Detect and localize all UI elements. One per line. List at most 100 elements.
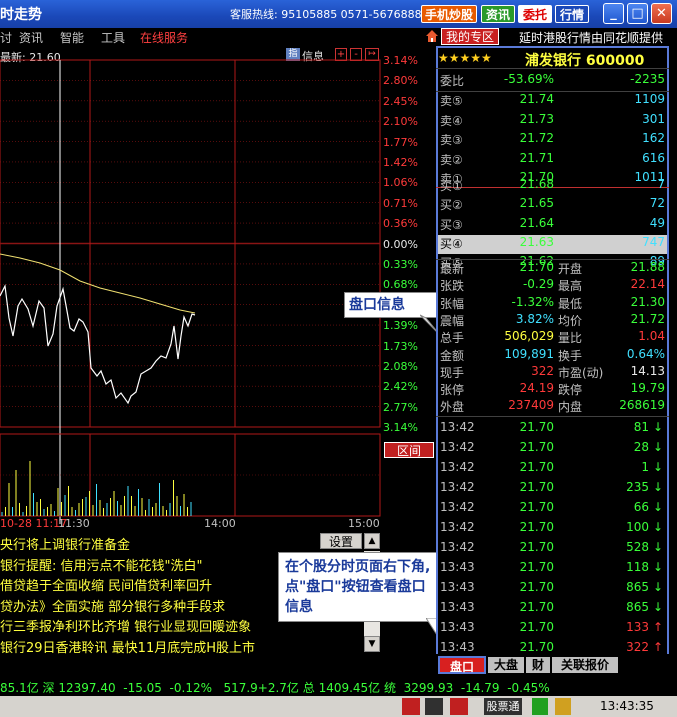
sell-orders: 卖⑤ 21.74 1109 卖④ 21.73 301 卖③ 21.72 162 卖② 21.71 61… <box>436 92 669 187</box>
menu-item-smart[interactable]: 智能 <box>60 29 84 46</box>
tick-row[interactable]: 13:42 21.70 235 ↓ <box>438 480 667 499</box>
buy-order-row[interactable]: 买① 21.68 7 <box>438 177 667 196</box>
arrow-down-icon: ↓ <box>652 480 663 494</box>
menu-bar: 讨 资讯 智能 工具 在线服务 我的专区 延时港股行情由同花顺提供 <box>0 28 677 46</box>
news-item[interactable]: 借贷趋于全面收缩 民间借贷利率回升 <box>0 575 212 594</box>
percent-tick-label: 2.08% <box>383 360 418 373</box>
intraday-chart-panel[interactable]: 最新: 21.60 指 信息 + - ↦ 10-28 11:17 11:30 14:… <box>0 46 436 532</box>
stat-row: 金额 109,891 换手 0.64% <box>440 346 665 363</box>
tick-row[interactable]: 13:42 21.70 66 ↓ <box>438 500 667 519</box>
title-bar: 时走势 客服热线: 95105885 0571-56768888 手机炒股 资讯… <box>0 0 677 28</box>
tick-row[interactable]: 13:42 21.70 81 ↓ <box>438 420 667 439</box>
news-item[interactable]: 央行将上调银行准备金 <box>0 534 130 553</box>
quotes-button[interactable]: 行情 <box>555 5 589 23</box>
market-status-bar: 85.1亿 深 12397.40 -15.05 -0.12% 517.9+2.7… <box>0 676 677 696</box>
percent-tick-label: 0.36% <box>383 217 418 231</box>
average-line <box>0 253 196 314</box>
buy-orders: 买① 21.68 7 买② 21.65 72 买③ 21.64 49 买④ 21.63 747 买⑤ 21… <box>436 177 669 272</box>
sell-order-row[interactable]: 卖② 21.71 616 <box>438 151 667 170</box>
mobile-trading-button[interactable]: 手机炒股 <box>421 5 477 23</box>
tick-row[interactable]: 13:43 21.70 118 ↓ <box>438 560 667 579</box>
tick-row[interactable]: 13:42 21.70 528 ↓ <box>438 540 667 559</box>
window-title: 时走势 <box>0 7 42 23</box>
percent-tick-label: 0.68% <box>383 278 418 292</box>
app-window: 时走势 客服热线: 95105885 0571-56768888 手机炒股 资讯… <box>0 0 677 717</box>
tick-row[interactable]: 13:43 21.70 322 ↑ <box>438 640 667 654</box>
arrow-down-icon: ↓ <box>652 540 663 554</box>
buy-order-row[interactable]: 买④ 21.63 747 <box>438 234 667 254</box>
close-icon[interactable]: ✕ <box>651 3 672 24</box>
percent-tick-label: 2.45% <box>383 94 418 108</box>
service-hotline: 客服热线: 95105885 0571-56768888 <box>230 8 429 21</box>
arrow-down-icon: ↓ <box>652 440 663 454</box>
percent-tick-label: 1.73% <box>383 339 418 353</box>
tab-finance[interactable]: 财 <box>526 657 550 673</box>
tick-row[interactable]: 13:43 21.70 133 ↑ <box>438 620 667 639</box>
menu-item-online-service[interactable]: 在线服务 <box>140 29 188 46</box>
percent-tick-label: 1.39% <box>383 319 418 333</box>
percent-tick-label: 1.06% <box>383 176 418 190</box>
arrow-down-icon: ↓ <box>652 520 663 534</box>
tab-dapan[interactable]: 大盘 <box>488 657 524 673</box>
percent-tick-label: 0.71% <box>383 196 418 210</box>
bottom-toolbar: 股票通 13:43:35 <box>0 696 677 717</box>
my-zone-button[interactable]: 我的专区 <box>441 28 499 45</box>
percent-axis: 3.14% 2.80% 2.45% 2.10% 1.77% 1.42% 1.06% 0.71%… <box>383 46 436 434</box>
menu-item-news[interactable]: 资讯 <box>19 29 43 46</box>
arrow-up-icon: ↑ <box>652 640 663 654</box>
home-icon[interactable] <box>424 28 440 44</box>
percent-tick-label: 3.14% <box>383 421 418 435</box>
news-button[interactable]: 资讯 <box>481 5 515 23</box>
tick-row[interactable]: 13:43 21.70 865 ↓ <box>438 580 667 599</box>
scroll-up-icon[interactable]: ▲ <box>364 533 380 549</box>
time-label: 15:00 <box>348 517 380 530</box>
arrow-up-icon: ↑ <box>652 620 663 634</box>
stat-row: 现手 322 市盈(动) 14.13 <box>440 363 665 380</box>
tick-row[interactable]: 13:43 21.70 865 ↓ <box>438 600 667 619</box>
stock-icon[interactable] <box>402 698 420 715</box>
range-button[interactable]: 区间 <box>384 442 434 458</box>
tab-related-quotes[interactable]: 关联报价 <box>552 657 618 673</box>
tick-row[interactable]: 13:42 21.70 100 ↓ <box>438 520 667 539</box>
arrow-down-icon: ↓ <box>652 600 663 614</box>
stock-link-button[interactable]: 股票通 <box>484 698 522 715</box>
quote-panel: ★★★★★ 浦发银行 600000 委比 -53.69% -2235 卖⑤ 21.… <box>436 46 669 666</box>
maximize-icon[interactable]: □ <box>627 3 648 24</box>
stock-name: 浦发银行 600000 <box>525 53 645 69</box>
percent-tick-label: 0.33% <box>383 258 418 271</box>
signal-icon[interactable] <box>532 698 548 715</box>
menu-item-tools[interactable]: 工具 <box>101 29 125 46</box>
monitor-icon[interactable] <box>425 698 443 715</box>
order-button[interactable]: 委托 <box>518 5 552 23</box>
price-line <box>0 283 196 405</box>
buy-order-row[interactable]: 买② 21.65 72 <box>438 196 667 215</box>
tick-row[interactable]: 13:42 21.70 28 ↓ <box>438 440 667 459</box>
minimize-icon[interactable]: _ <box>603 3 624 24</box>
market-summary: 85.1亿 深 12397.40 -15.05 -0.12% 517.9+2.7… <box>0 681 550 695</box>
stat-row: 外盘 237409 内盘 268619 <box>440 398 665 415</box>
sell-order-row[interactable]: 卖④ 21.73 301 <box>438 112 667 131</box>
scroll-down-icon[interactable]: ▼ <box>364 636 380 652</box>
news-item[interactable]: 贷办法》全面实施 部分银行多种手段求 <box>0 596 225 615</box>
arrow-down-icon: ↓ <box>652 580 663 594</box>
sell-order-row[interactable]: 卖③ 21.72 162 <box>438 131 667 150</box>
news-item[interactable]: 银行提醒: 信用污点不能花钱"洗白" <box>0 555 202 574</box>
time-label: 14:00 <box>204 517 236 530</box>
tick-row[interactable]: 13:42 21.70 1 ↓ <box>438 460 667 479</box>
buy-order-row[interactable]: 买③ 21.64 49 <box>438 216 667 235</box>
time-label: 11:30 <box>58 517 90 530</box>
sell-order-row[interactable]: 卖⑤ 21.74 1109 <box>438 92 667 111</box>
alert-icon[interactable] <box>450 698 468 715</box>
chart-canvas[interactable]: 10-28 11:1711:30 14:00 15:00 <box>0 46 436 532</box>
news-item[interactable]: 行三季报净利环比齐增 银行业显现回暖迹象 <box>0 616 251 635</box>
tab-pankou[interactable]: 盘口 <box>438 656 486 674</box>
percent-tick-label: 2.42% <box>383 380 418 394</box>
percent-tick-label: 0.00% <box>383 237 418 251</box>
rating-stars: ★★★★★ <box>438 51 492 65</box>
stat-row: 张停 24.19 跌停 19.79 <box>440 381 665 398</box>
news-item[interactable]: 银行29日香港聆讯 最快11月底完成H股上市 <box>0 637 255 655</box>
stat-row: 最新 21.70 开盘 21.88 <box>440 260 665 276</box>
percent-tick-label: 2.80% <box>383 74 418 88</box>
user-icon[interactable] <box>555 698 571 715</box>
menu-item-partial[interactable]: 讨 <box>0 29 12 46</box>
